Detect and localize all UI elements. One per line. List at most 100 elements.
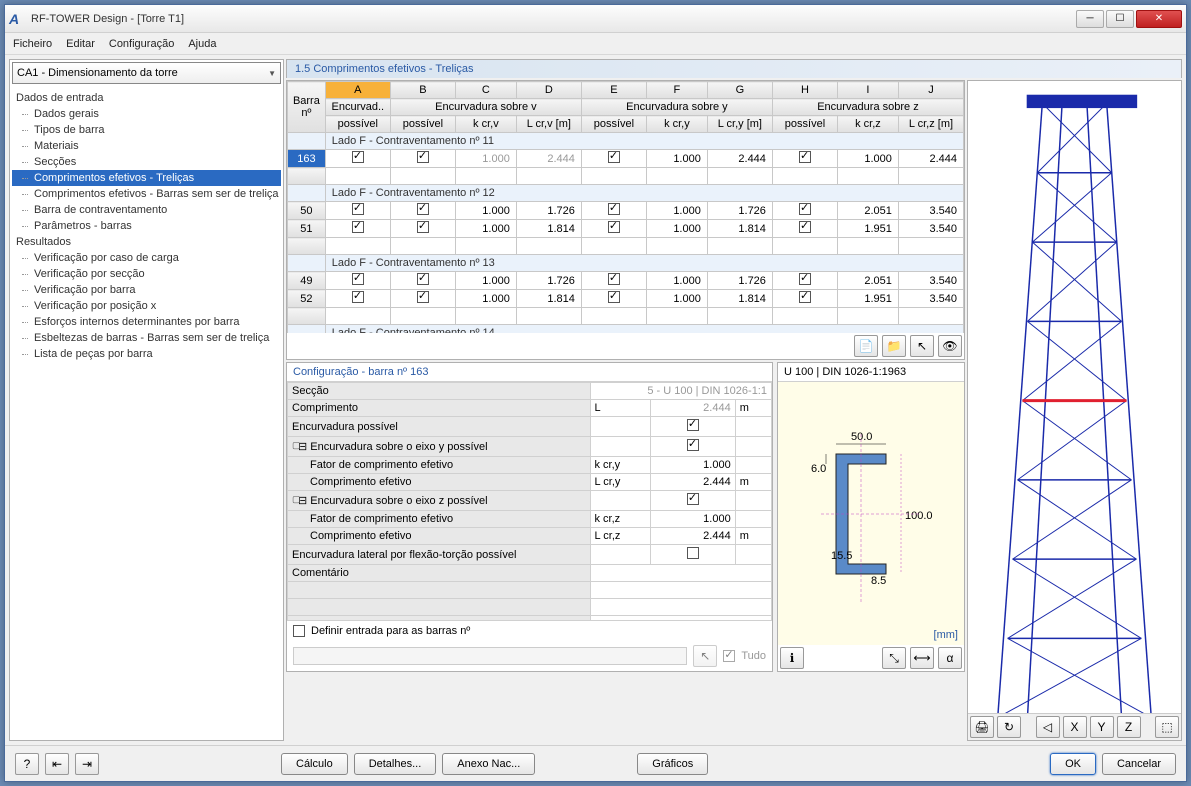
checkbox[interactable] (352, 203, 364, 215)
graficos-button[interactable]: Gráficos (637, 753, 708, 775)
checkbox[interactable] (417, 203, 429, 215)
checkbox[interactable] (799, 151, 811, 163)
window-title: RF-TOWER Design - [Torre T1] (31, 13, 1074, 25)
tree-item[interactable]: Barra de contraventamento (12, 202, 281, 218)
folder-icon[interactable]: 📁 (882, 335, 906, 357)
view-rotate-icon[interactable]: ↻ (997, 716, 1021, 738)
tree-item[interactable]: Verificação por secção (12, 266, 281, 282)
menu-config[interactable]: Configuração (109, 38, 174, 50)
table-toolbar: 📄 📁 ↖ 👁 (287, 333, 964, 359)
tree-item[interactable]: Esbeltezas de barras - Barras sem ser de… (12, 330, 281, 346)
checkbox[interactable] (608, 203, 620, 215)
detalhes-button[interactable]: Detalhes... (354, 753, 437, 775)
svg-text:50.0: 50.0 (851, 431, 872, 443)
config-panel: Configuração - barra nº 163 Secção5 - U … (286, 362, 773, 672)
values-icon[interactable]: α (938, 647, 962, 669)
checkbox[interactable] (352, 273, 364, 285)
tree-item[interactable]: Lista de peças por barra (12, 346, 281, 362)
calculo-button[interactable]: Cálculo (281, 753, 348, 775)
close-button[interactable]: ✕ (1136, 10, 1182, 28)
checkbox[interactable] (352, 221, 364, 233)
section-title: U 100 | DIN 1026-1:1963 (778, 363, 964, 382)
3d-viewer[interactable]: 🖨 ↻ ◁ X Y Z ⬚ (967, 80, 1182, 741)
checkbox[interactable] (687, 419, 699, 431)
tree-item[interactable]: Verificação por caso de carga (12, 250, 281, 266)
tree-item[interactable]: Verificação por posição x (12, 298, 281, 314)
checkbox[interactable] (608, 273, 620, 285)
tree-item[interactable]: Materiais (12, 138, 281, 154)
menu-editar[interactable]: Editar (66, 38, 95, 50)
case-combo[interactable]: CA1 - Dimensionamento da torre (12, 62, 281, 84)
next-icon[interactable]: ⇥ (75, 753, 99, 775)
properties-table[interactable]: Secção5 - U 100 | DIN 1026-1:1 Comprimen… (287, 382, 772, 620)
tudo-checkbox[interactable] (723, 650, 735, 662)
checkbox[interactable] (799, 221, 811, 233)
tree-item[interactable]: Parâmetros - barras (12, 218, 281, 234)
axis-icon[interactable]: ⤡ (882, 647, 906, 669)
effective-lengths-table[interactable]: BarranºABCDEFGHIJEncurvad..Encurvadura s… (287, 81, 964, 333)
maximize-button[interactable]: ☐ (1106, 10, 1134, 28)
pick-icon[interactable]: ↖ (910, 335, 934, 357)
eye-icon[interactable]: 👁 (938, 335, 962, 357)
cancelar-button[interactable]: Cancelar (1102, 753, 1176, 775)
checkbox[interactable] (687, 547, 699, 559)
tree-group-results: Resultados (12, 234, 281, 250)
checkbox[interactable] (799, 291, 811, 303)
checkbox[interactable] (417, 291, 429, 303)
view-3d-icon[interactable]: ⬚ (1155, 716, 1179, 738)
view-x-icon[interactable]: X (1063, 716, 1087, 738)
ok-button[interactable]: OK (1050, 753, 1096, 775)
import-icon[interactable]: 📄 (854, 335, 878, 357)
svg-text:6.0: 6.0 (811, 463, 826, 475)
checkbox[interactable] (352, 151, 364, 163)
checkbox[interactable] (608, 221, 620, 233)
view-y-icon[interactable]: Y (1090, 716, 1114, 738)
help-icon[interactable]: ? (15, 753, 39, 775)
menu-ficheiro[interactable]: Ficheiro (13, 38, 52, 50)
nav-tree: Dados de entrada Dados gerais Tipos de b… (10, 86, 283, 740)
prev-icon[interactable]: ⇤ (45, 753, 69, 775)
svg-text:8.5: 8.5 (871, 575, 886, 587)
checkbox[interactable] (799, 203, 811, 215)
dimension-icon[interactable]: ⟷ (910, 647, 934, 669)
tree-item[interactable]: Verificação por barra (12, 282, 281, 298)
pick-bars-icon[interactable]: ↖ (693, 645, 717, 667)
info-icon[interactable]: ℹ (780, 647, 804, 669)
checkbox[interactable] (352, 291, 364, 303)
checkbox[interactable] (687, 439, 699, 451)
checkbox[interactable] (799, 273, 811, 285)
svg-text:100.0: 100.0 (905, 510, 933, 522)
app-window: A RF-TOWER Design - [Torre T1] ─ ☐ ✕ Fic… (4, 4, 1187, 782)
tree-group-input: Dados de entrada (12, 90, 281, 106)
tree-item-selected[interactable]: Comprimentos efetivos - Treliças (12, 170, 281, 186)
minimize-button[interactable]: ─ (1076, 10, 1104, 28)
define-checkbox[interactable] (293, 625, 305, 637)
anexo-button[interactable]: Anexo Nac... (442, 753, 535, 775)
checkbox[interactable] (687, 493, 699, 505)
tree-item[interactable]: Dados gerais (12, 106, 281, 122)
view-print-icon[interactable]: 🖨 (970, 716, 994, 738)
checkbox[interactable] (417, 151, 429, 163)
view-z-icon[interactable]: Z (1117, 716, 1141, 738)
tree-item[interactable]: Secções (12, 154, 281, 170)
menubar: Ficheiro Editar Configuração Ajuda (5, 33, 1186, 55)
section-drawing: 50.0 6.0 100.0 15.5 8.5 (778, 382, 964, 645)
footer: ? ⇤ ⇥ Cálculo Detalhes... Anexo Nac... G… (5, 745, 1186, 781)
checkbox[interactable] (417, 273, 429, 285)
menu-ajuda[interactable]: Ajuda (188, 38, 216, 50)
svg-text:15.5: 15.5 (831, 550, 852, 562)
tree-item[interactable]: Comprimentos efetivos - Barras sem ser d… (12, 186, 281, 202)
titlebar: A RF-TOWER Design - [Torre T1] ─ ☐ ✕ (5, 5, 1186, 33)
app-icon: A (9, 11, 25, 27)
checkbox[interactable] (608, 291, 620, 303)
panel-title: 1.5 Comprimentos efetivos - Treliças (286, 59, 1182, 78)
config-title: Configuração - barra nº 163 (287, 363, 772, 382)
bars-input (293, 647, 687, 665)
view-iso-icon[interactable]: ◁ (1036, 716, 1060, 738)
tree-item[interactable]: Tipos de barra (12, 122, 281, 138)
tree-item[interactable]: Esforços internos determinantes por barr… (12, 314, 281, 330)
section-panel: U 100 | DIN 1026-1:1963 50.0 6.0 100.0 (777, 362, 965, 672)
checkbox[interactable] (417, 221, 429, 233)
sidebar: CA1 - Dimensionamento da torre Dados de … (9, 59, 284, 741)
checkbox[interactable] (608, 151, 620, 163)
